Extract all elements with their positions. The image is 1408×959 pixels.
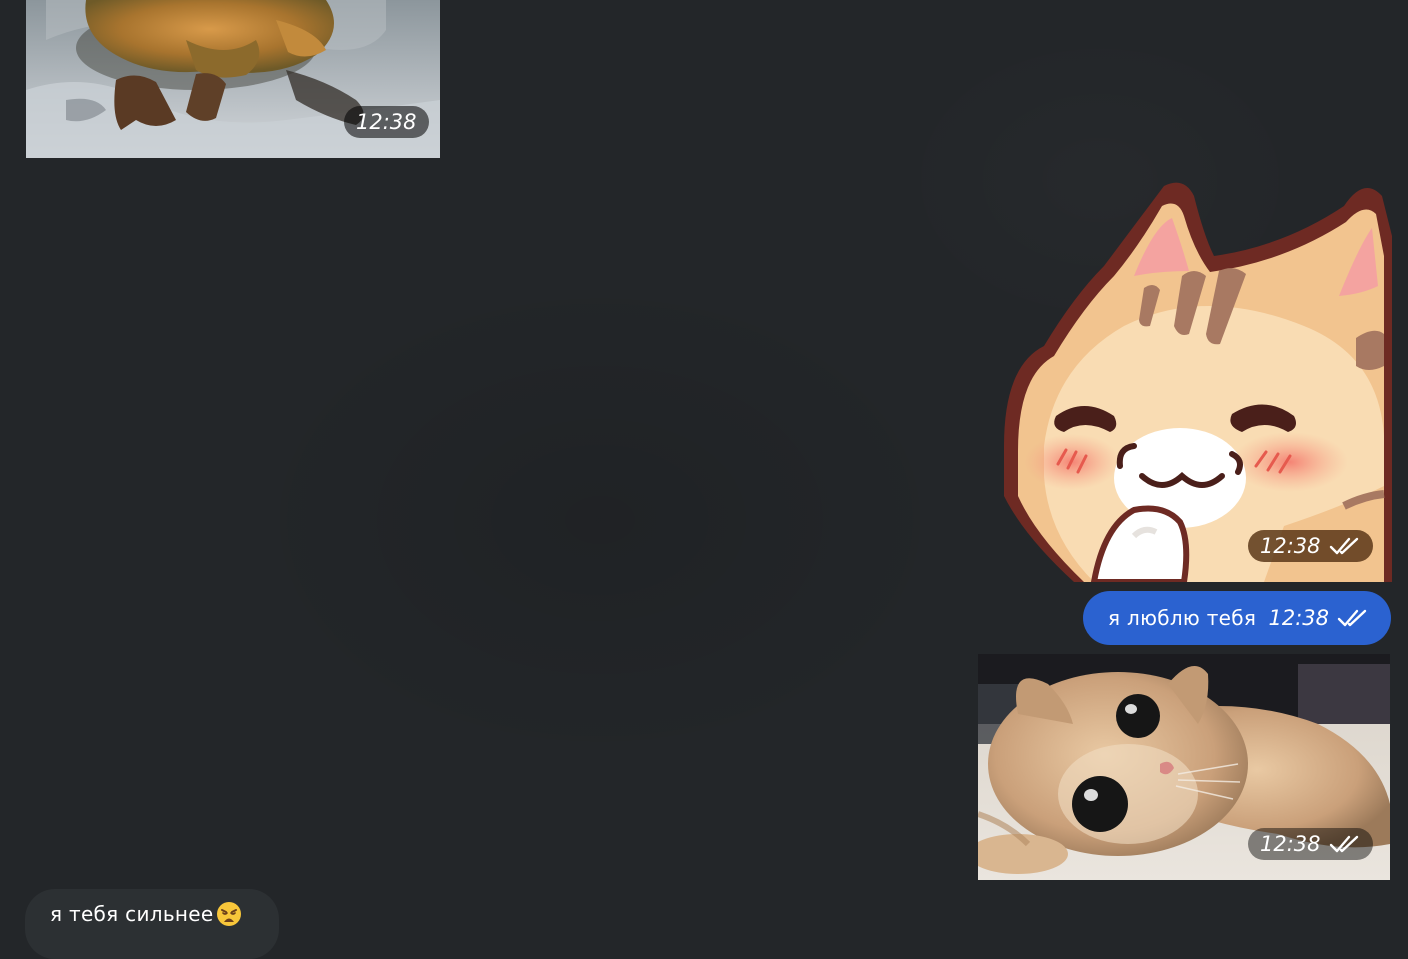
double-check-icon	[1337, 609, 1367, 627]
chat-area: 12:38 12:38 я люблю тебя 12:38 12:38 я т…	[0, 0, 1408, 959]
time-label: 12:38	[1260, 534, 1321, 558]
cat-sticker	[1004, 182, 1392, 582]
double-check-icon	[1329, 835, 1358, 853]
message-time: 12:38	[344, 106, 429, 138]
message-text: я люблю тебя	[1108, 606, 1257, 630]
message-meta: 12:38	[1268, 606, 1369, 630]
photo-message-kitten[interactable]: 12:38	[978, 654, 1390, 880]
double-check-icon	[1329, 537, 1358, 555]
time-label: 12:38	[356, 110, 417, 134]
sticker-message-cat[interactable]: 12:38	[984, 176, 1394, 582]
message-time: 12:38	[1248, 530, 1373, 562]
time-label: 12:38	[1260, 832, 1321, 856]
message-text: я тебя сильнее	[50, 902, 214, 926]
incoming-text-message[interactable]: я тебя сильнее	[25, 889, 279, 959]
message-time: 12:38	[1248, 828, 1373, 860]
photo-message-duck[interactable]: 12:38	[26, 0, 440, 158]
outgoing-text-message[interactable]: я люблю тебя 12:38	[1083, 591, 1391, 645]
time-label: 12:38	[1268, 606, 1329, 630]
weary-face-icon	[216, 902, 241, 926]
